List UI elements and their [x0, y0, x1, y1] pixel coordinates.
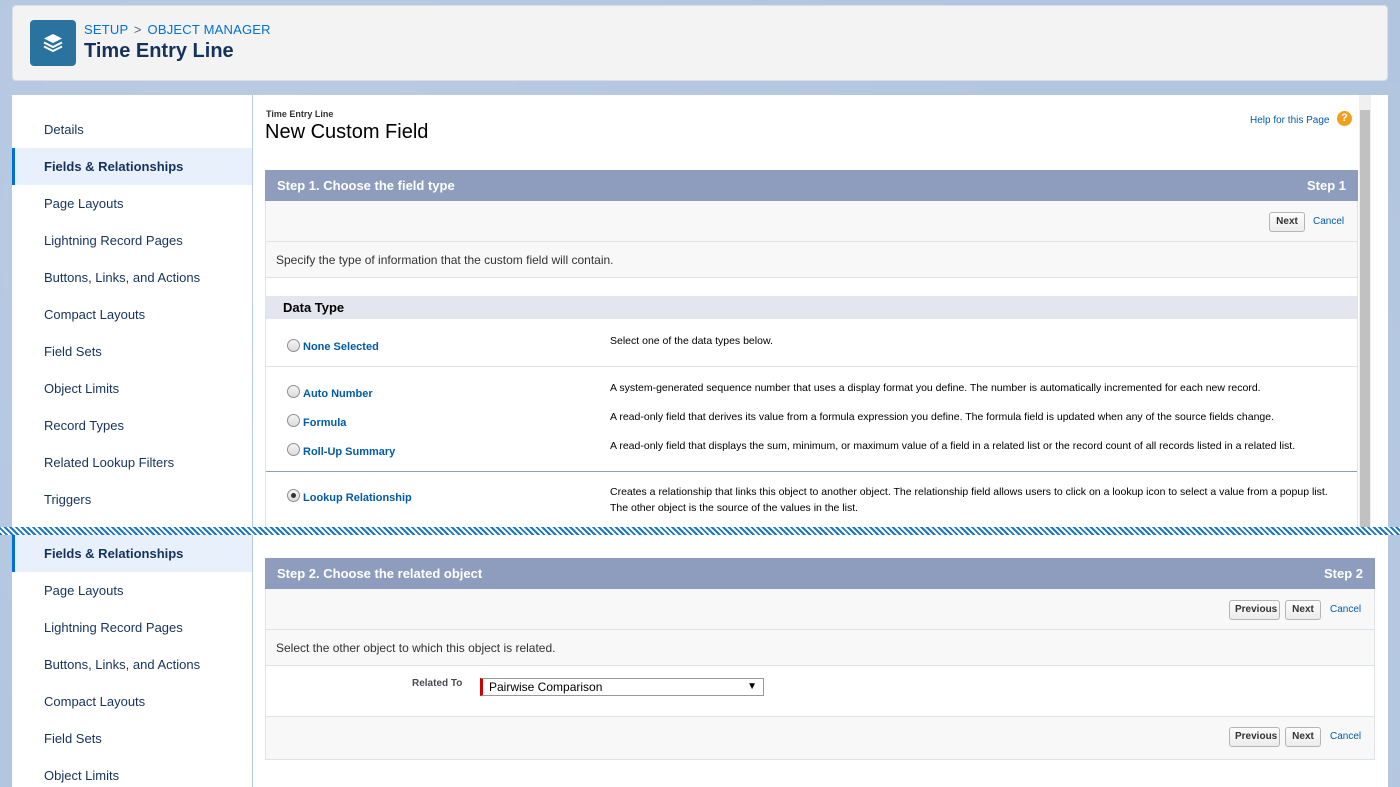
new-custom-field-title: New Custom Field	[265, 121, 429, 143]
layers-icon	[30, 20, 76, 66]
sidebar-bottom: Fields & Relationships Page Layouts Lightn…	[12, 535, 252, 787]
sidebar-item-object-limits[interactable]: Object Limits	[12, 757, 252, 787]
step1-next-button[interactable]: Next	[1269, 212, 1305, 232]
step2-label: Step 2	[1323, 566, 1363, 581]
related-to-label: Related To	[412, 678, 463, 689]
related-to-select[interactable]: Pairwise Comparison ▼	[480, 678, 764, 696]
step2-cancel-link-top[interactable]: Cancel	[1330, 604, 1361, 615]
step1-header: Step 1. Choose the field type Step 1	[265, 170, 1358, 201]
sidebar-item-field-sets[interactable]: Field Sets	[12, 720, 252, 757]
help-link[interactable]: Help for this Page	[1250, 115, 1330, 126]
screenshot-divider	[0, 527, 1400, 535]
type-label-auto-number[interactable]: Auto Number	[303, 388, 373, 400]
type-label-none-selected[interactable]: None Selected	[303, 341, 379, 353]
step1-label: Step 1	[1306, 178, 1346, 193]
sidebar-item-buttons-links-and-actions[interactable]: Buttons, Links, and Actions	[12, 259, 252, 296]
breadcrumb: SETUP > OBJECT MANAGER	[84, 22, 271, 37]
radio-auto-number[interactable]	[287, 385, 300, 398]
sidebar-item-record-types[interactable]: Record Types	[12, 407, 252, 444]
help-icon[interactable]: ?	[1337, 111, 1352, 126]
sidebar-item-compact-layouts[interactable]: Compact Layouts	[12, 296, 252, 333]
main-content-top: Time Entry Line New Custom Field Help fo…	[253, 95, 1388, 527]
divider	[266, 471, 1357, 472]
sidebar-item-buttons-links-and-actions[interactable]: Buttons, Links, and Actions	[12, 646, 252, 683]
dropdown-arrow-icon: ▼	[747, 681, 757, 692]
page-header: SETUP > OBJECT MANAGER Time Entry Line	[12, 5, 1388, 81]
breadcrumb-separator: >	[133, 22, 142, 37]
divider	[266, 366, 1357, 367]
type-label-roll-up-summary[interactable]: Roll-Up Summary	[303, 446, 395, 458]
step2-cancel-link-bottom[interactable]: Cancel	[1330, 731, 1361, 742]
page-title: Time Entry Line	[84, 40, 234, 62]
step1-body: Next Cancel Specify the type of informat…	[265, 201, 1358, 527]
type-desc-lookup-relationship: Creates a relationship that links this o…	[610, 486, 1328, 514]
step2-next-button-top[interactable]: Next	[1285, 600, 1321, 620]
scrollbar-thumb[interactable]	[1360, 110, 1370, 527]
data-type-section-title: Data Type	[266, 296, 1357, 319]
breadcrumb-object-manager[interactable]: OBJECT MANAGER	[148, 22, 271, 37]
step2-header: Step 2. Choose the related object Step 2	[265, 558, 1375, 589]
sidebar-item-page-layouts[interactable]: Page Layouts	[12, 572, 252, 609]
step1-instructions: Specify the type of information that the…	[276, 253, 614, 267]
sidebar-item-related-lookup-filters[interactable]: Related Lookup Filters	[12, 444, 252, 481]
main-content-bottom: Step 2. Choose the related object Step 2…	[253, 535, 1388, 787]
sidebar-item-fields-relationships[interactable]: Fields & Relationships	[12, 535, 252, 572]
radio-formula[interactable]	[287, 414, 300, 427]
sidebar-item-compact-layouts[interactable]: Compact Layouts	[12, 683, 252, 720]
object-name-label: Time Entry Line	[266, 109, 334, 119]
step2-previous-button-top[interactable]: Previous	[1229, 600, 1280, 620]
type-desc-roll-up-summary: A read-only field that displays the sum,…	[610, 440, 1296, 452]
type-label-lookup-relationship[interactable]: Lookup Relationship	[303, 492, 412, 504]
step2-next-button-bottom[interactable]: Next	[1285, 727, 1321, 747]
step1-cancel-link[interactable]: Cancel	[1313, 216, 1344, 227]
related-to-value: Pairwise Comparison	[489, 680, 603, 694]
scrollbar[interactable]	[1359, 95, 1371, 527]
type-desc-formula: A read-only field that derives its value…	[610, 411, 1275, 423]
step2-previous-button-bottom[interactable]: Previous	[1229, 727, 1280, 747]
type-desc-none-selected: Select one of the data types below.	[610, 335, 773, 347]
type-desc-auto-number: A system-generated sequence number that …	[610, 382, 1261, 394]
sidebar-item-lightning-record-pages[interactable]: Lightning Record Pages	[12, 609, 252, 646]
sidebar-item-page-layouts[interactable]: Page Layouts	[12, 185, 252, 222]
sidebar-item-object-limits[interactable]: Object Limits	[12, 370, 252, 407]
divider	[266, 629, 1374, 630]
sidebar-top: Details Fields & Relationships Page Layout…	[12, 95, 252, 527]
step2-body: Previous Next Cancel Select the other ob…	[265, 589, 1375, 760]
breadcrumb-setup[interactable]: SETUP	[84, 22, 128, 37]
sidebar-item-fields-relationships[interactable]: Fields & Relationships	[12, 148, 252, 185]
step2-instructions: Select the other object to which this ob…	[276, 641, 556, 655]
divider	[266, 277, 1357, 278]
radio-none-selected[interactable]	[287, 339, 300, 352]
sidebar-item-lightning-record-pages[interactable]: Lightning Record Pages	[12, 222, 252, 259]
sidebar-item-details[interactable]: Details	[12, 111, 252, 148]
sidebar-item-triggers[interactable]: Triggers	[12, 481, 252, 518]
step2-title: Step 2. Choose the related object	[277, 566, 483, 581]
step1-title: Step 1. Choose the field type	[277, 178, 455, 193]
type-label-formula[interactable]: Formula	[303, 417, 346, 429]
radio-lookup-relationship[interactable]	[287, 489, 300, 502]
sidebar-item-field-sets[interactable]: Field Sets	[12, 333, 252, 370]
radio-roll-up-summary[interactable]	[287, 443, 300, 456]
divider	[266, 716, 1374, 717]
